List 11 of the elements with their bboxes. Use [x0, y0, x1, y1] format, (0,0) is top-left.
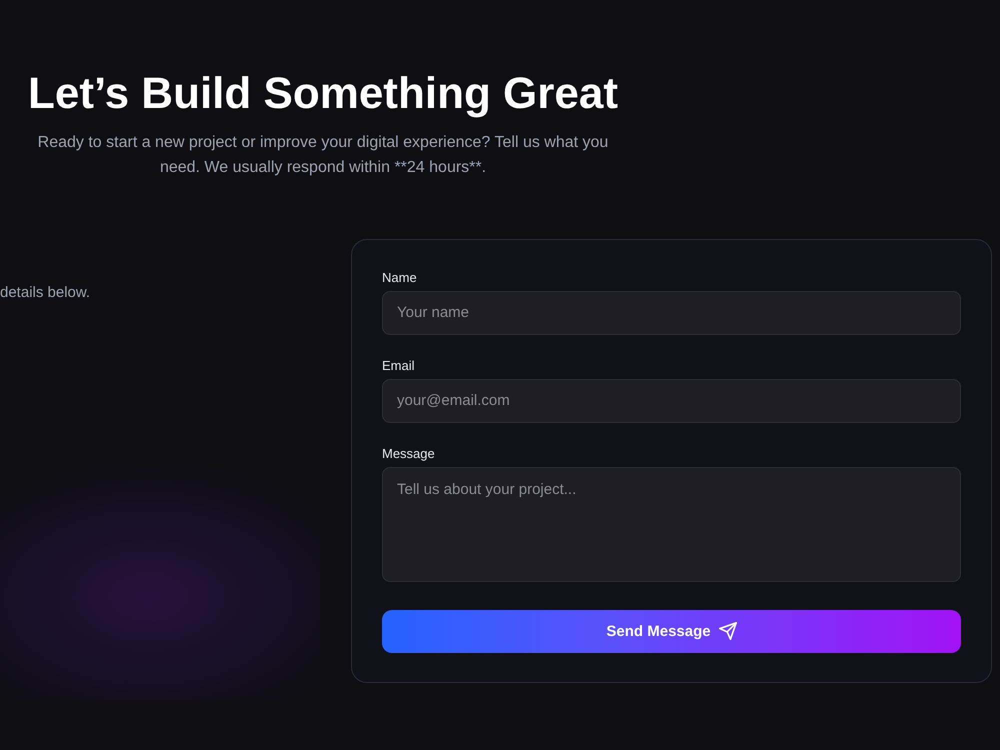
- send-message-button[interactable]: Send Message: [382, 610, 961, 653]
- message-field[interactable]: Tell us about your project...: [382, 466, 961, 582]
- field-label: Email: [382, 358, 415, 374]
- paper-plane-icon: [718, 622, 737, 640]
- page-title: Let’s Build Something Great: [28, 68, 618, 120]
- input-field[interactable]: Your name: [382, 290, 961, 335]
- input-field[interactable]: your@email.com: [382, 378, 961, 423]
- field-label: Name: [382, 270, 417, 286]
- field-label: Message: [382, 446, 435, 462]
- intro-text: details below.: [0, 284, 92, 302]
- page-subtitle: Ready to start a new project or improve your digital experience? Tell us what you need. We usually respond within **24 hours**.: [36, 132, 610, 178]
